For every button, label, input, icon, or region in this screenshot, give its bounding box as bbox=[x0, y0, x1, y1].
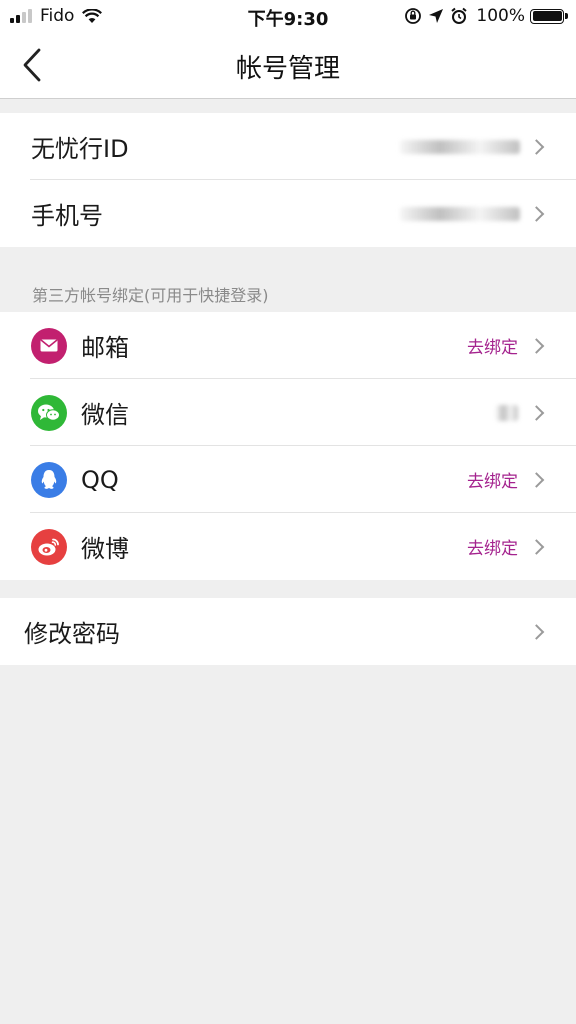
qq-icon bbox=[31, 461, 67, 498]
weibo-icon bbox=[31, 528, 67, 565]
wechat-value bbox=[496, 404, 518, 421]
email-label: 邮箱 bbox=[81, 334, 129, 362]
account-id-value bbox=[400, 139, 520, 154]
weibo-row[interactable]: 微博 去绑定 bbox=[0, 513, 576, 580]
change-password-label: 修改密码 bbox=[24, 620, 120, 648]
account-id-row[interactable]: 无忧行ID bbox=[0, 113, 576, 180]
third-party-section: 邮箱 去绑定 微信 QQ 去绑定 微博 去绑定 bbox=[0, 312, 576, 580]
phone-label: 手机号 bbox=[31, 202, 103, 230]
nav-bar: 帐号管理 bbox=[0, 32, 576, 99]
weibo-bind-action[interactable]: 去绑定 bbox=[467, 534, 518, 559]
weibo-label: 微博 bbox=[81, 535, 129, 563]
chevron-right-icon bbox=[528, 138, 545, 155]
chevron-right-icon bbox=[528, 538, 545, 555]
qq-label: QQ bbox=[81, 465, 119, 494]
chevron-right-icon bbox=[528, 337, 545, 354]
location-icon bbox=[429, 9, 444, 23]
change-password-row[interactable]: 修改密码 bbox=[0, 598, 576, 665]
third-party-header: 第三方帐号绑定(可用于快捷登录) bbox=[32, 286, 269, 305]
chevron-right-icon bbox=[528, 471, 545, 488]
qq-bind-action[interactable]: 去绑定 bbox=[467, 467, 518, 492]
orientation-lock-icon bbox=[405, 8, 422, 24]
status-right: 100% bbox=[398, 5, 568, 27]
wechat-icon bbox=[31, 394, 67, 431]
battery-icon bbox=[530, 8, 568, 24]
email-bind-action[interactable]: 去绑定 bbox=[467, 333, 518, 358]
wechat-row[interactable]: 微信 bbox=[0, 379, 576, 446]
chevron-right-icon bbox=[528, 623, 545, 640]
account-id-label: 无忧行ID bbox=[31, 135, 129, 163]
page-title: 帐号管理 bbox=[235, 54, 340, 84]
wechat-label: 微信 bbox=[81, 401, 129, 429]
account-section: 无忧行ID 手机号 bbox=[0, 113, 576, 247]
alarm-icon bbox=[451, 7, 468, 24]
mail-icon bbox=[31, 327, 67, 364]
chevron-right-icon bbox=[528, 404, 545, 421]
password-section: 修改密码 bbox=[0, 598, 576, 665]
phone-row[interactable]: 手机号 bbox=[0, 180, 576, 247]
email-row[interactable]: 邮箱 去绑定 bbox=[0, 312, 576, 379]
phone-value bbox=[400, 206, 520, 221]
status-bar: Fido 下午9:30 100% bbox=[0, 0, 576, 32]
chevron-right-icon bbox=[528, 205, 545, 222]
battery-percent: 100% bbox=[476, 6, 525, 26]
qq-row[interactable]: QQ 去绑定 bbox=[0, 446, 576, 513]
